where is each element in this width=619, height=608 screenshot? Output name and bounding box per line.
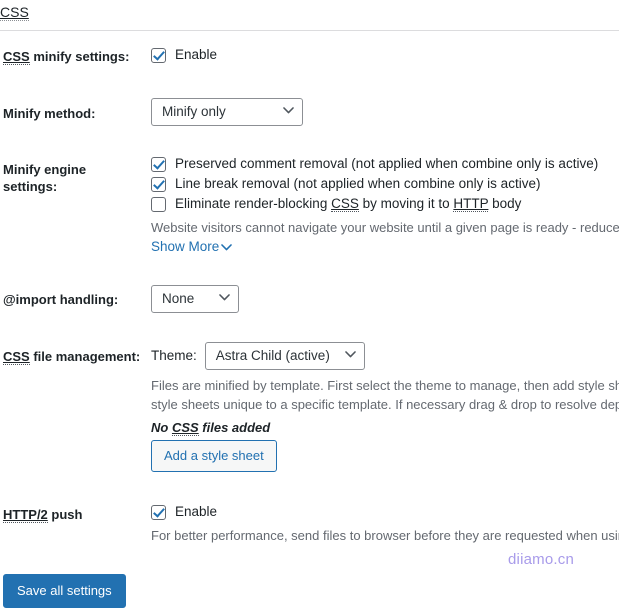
checkbox-label: Enable: [175, 503, 218, 519]
no-css-files-message: No CSS files added: [151, 419, 619, 436]
page-title: CSS: [0, 0, 619, 30]
http2-push-description: For better performance, send files to br…: [151, 527, 619, 543]
chevron-down-icon: [221, 240, 233, 254]
select-theme-value: Astra Child (active): [215, 348, 330, 364]
checkbox-icon[interactable]: [151, 48, 166, 63]
label-css-file-management-rest: file management:: [29, 348, 141, 364]
css-settings-page: CSS CSS minify settings: Enable Minify m…: [0, 0, 619, 608]
checkbox-icon[interactable]: [151, 156, 166, 172]
row-minify-method: Minify method: Minify only: [0, 84, 619, 141]
select-minify-method-value: Minify only: [162, 104, 226, 120]
checkbox-label: Line break removal (not applied when com…: [175, 175, 541, 191]
checkbox-preserved-comment-removal[interactable]: Preserved comment removal (not applied w…: [151, 155, 619, 172]
minify-engine-description: Website visitors cannot navigate your we…: [151, 219, 619, 235]
label-http2-push-rest: push: [47, 506, 83, 522]
label-minify-engine-settings: Minify engine settings:: [3, 161, 87, 195]
chevron-down-icon: [283, 106, 294, 117]
field-http2-push: Enable For better performance, send file…: [151, 487, 619, 560]
checkbox-icon[interactable]: [151, 176, 166, 192]
no-files-after: files added: [198, 419, 271, 435]
row-css-file-management: CSS file management: Theme: Astra Child …: [0, 328, 619, 487]
row-css-minify-settings: CSS minify settings: Enable: [0, 31, 619, 84]
field-css-file-management: Theme: Astra Child (active) Files are mi…: [151, 328, 619, 487]
css-abbr: CSS: [331, 195, 359, 212]
checkbox-eliminate-render-blocking-css[interactable]: Eliminate render-blocking CSS by moving …: [151, 195, 619, 212]
checkbox-icon[interactable]: [151, 196, 166, 212]
file-management-description-line1: Files are minified by template. First se…: [151, 377, 619, 393]
field-minify-engine-settings: Preserved comment removal (not applied w…: [151, 141, 619, 271]
chevron-down-icon: [344, 350, 356, 361]
label-minify-method: Minify method:: [3, 105, 96, 121]
http-abbr: HTTP: [453, 195, 489, 212]
checkbox-css-minify-enable[interactable]: Enable: [151, 46, 619, 63]
checkbox-label: Preserved comment removal (not applied w…: [175, 155, 599, 171]
select-minify-method[interactable]: Minify only: [151, 97, 303, 126]
theme-selector-group: Theme: Astra Child (active): [151, 341, 619, 370]
checkbox-icon[interactable]: [151, 504, 166, 520]
field-import-handling: None: [151, 271, 619, 328]
page-title-abbr: CSS: [0, 4, 29, 21]
field-minify-method: Minify only: [151, 84, 619, 141]
footer-actions: Save all settings: [0, 560, 619, 608]
checkbox-http2-push-enable[interactable]: Enable: [151, 503, 619, 520]
label-css-file-management: CSS file management:: [0, 328, 151, 487]
show-more-label: Show More: [151, 238, 220, 254]
label-import-handling: @import handling:: [3, 291, 119, 307]
checkbox-label: Enable: [175, 47, 218, 62]
checkbox-label-part: by moving it to: [358, 195, 454, 211]
select-import-handling-value: None: [162, 291, 195, 307]
checkbox-label-part: Eliminate render-blocking: [175, 195, 332, 211]
checkbox-label: Eliminate render-blocking CSS by moving …: [175, 195, 521, 212]
select-import-handling[interactable]: None: [151, 284, 239, 313]
settings-table: CSS minify settings: Enable Minify metho…: [0, 31, 619, 560]
label-css-minify-settings: CSS minify settings:: [0, 31, 151, 84]
theme-label: Theme:: [151, 348, 197, 364]
http2-abbr: HTTP/2: [3, 506, 48, 523]
save-all-settings-button[interactable]: Save all settings: [3, 573, 126, 608]
select-theme[interactable]: Astra Child (active): [204, 341, 365, 370]
css-abbr: CSS: [3, 49, 30, 65]
checkbox-label-part: body: [488, 195, 522, 211]
checkbox-line-break-removal[interactable]: Line break removal (not applied when com…: [151, 175, 619, 192]
css-abbr: CSS: [3, 348, 30, 365]
chevron-down-icon: [219, 293, 230, 304]
no-files-before: No: [151, 419, 172, 435]
css-abbr: CSS: [171, 419, 199, 436]
add-style-sheet-button[interactable]: Add a style sheet: [151, 439, 277, 472]
label-css-minify-rest: minify settings:: [29, 49, 130, 64]
show-more-link[interactable]: Show More: [151, 238, 233, 256]
row-minify-engine-settings: Minify engine settings: Preserved commen…: [0, 141, 619, 271]
label-http2-push: HTTP/2 push: [0, 487, 151, 560]
field-css-minify-settings: Enable: [151, 31, 619, 84]
row-import-handling: @import handling: None: [0, 271, 619, 328]
file-management-description-line2: style sheets unique to a specific templa…: [151, 396, 619, 412]
row-http2-push: HTTP/2 push Enable For better performanc…: [0, 487, 619, 560]
